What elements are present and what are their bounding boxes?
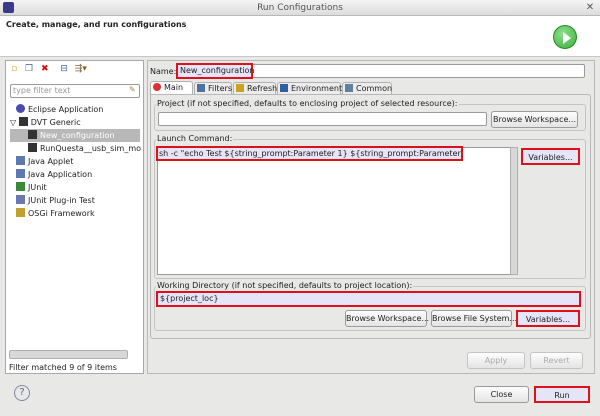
- run-button[interactable]: Run: [534, 386, 590, 403]
- tree-item[interactable]: Java Applet: [16, 155, 73, 168]
- tree-item-label: Eclipse Application: [28, 105, 104, 114]
- delete-icon[interactable]: ✖: [41, 64, 49, 74]
- close-button[interactable]: Close: [474, 386, 529, 403]
- eclipse-icon: [16, 104, 25, 113]
- launch-command-value[interactable]: sh -c "echo Test ${string_prompt:Paramet…: [156, 146, 463, 161]
- window-title: Run Configurations: [257, 3, 343, 13]
- project-label: Project (if not specified, defaults to e…: [156, 99, 459, 108]
- tree-item[interactable]: JUnit Plug-in Test: [16, 194, 95, 207]
- junit-plugin-icon: [16, 195, 25, 204]
- horizontal-scrollbar[interactable]: [9, 350, 128, 359]
- filter-icon[interactable]: ⇶▾: [75, 64, 87, 74]
- help-icon[interactable]: ?: [14, 385, 30, 401]
- filter-input[interactable]: type filter text: [10, 84, 140, 98]
- variables-button[interactable]: Variables...: [521, 148, 580, 165]
- title-bar: Run Configurations ✕: [0, 0, 600, 16]
- tree-item-label: New_configuration: [40, 131, 115, 140]
- terminal-icon: [28, 143, 37, 152]
- tab-label: Common: [356, 84, 393, 93]
- eclipse-icon: [3, 2, 14, 13]
- name-label: Name:: [150, 67, 177, 76]
- dialog-header: Create, manage, and run configurations: [0, 16, 600, 57]
- common-icon: [345, 84, 353, 92]
- vertical-scrollbar[interactable]: [510, 147, 518, 275]
- tree-item[interactable]: Java Application: [16, 168, 92, 181]
- new-config-icon[interactable]: ▫: [11, 64, 17, 74]
- java-app-icon: [16, 169, 25, 178]
- filter-status: Filter matched 9 of 9 items: [9, 363, 117, 372]
- browse-file-system-button[interactable]: Browse File System...: [431, 310, 517, 327]
- working-directory-label: Working Directory (if not specified, def…: [156, 281, 414, 290]
- osgi-icon: [16, 208, 25, 217]
- tree-item[interactable]: Eclipse Application: [16, 103, 103, 116]
- tree-item-label: RunQuesta__usb_sim_mo: [40, 144, 142, 153]
- tree-item-label: JUnit Plug-in Test: [28, 196, 95, 205]
- browse-workspace-button-2[interactable]: Browse Workspace...: [345, 310, 429, 327]
- revert-button[interactable]: Revert: [530, 352, 583, 369]
- tree-toolbar: ▫ ❐ ✖ ⊟ ⇶▾: [11, 64, 87, 78]
- tree-item-label: Java Applet: [28, 157, 74, 166]
- duplicate-icon[interactable]: ❐: [25, 64, 33, 74]
- tree-item-label: Java Application: [28, 170, 93, 179]
- browse-workspace-button[interactable]: Browse Workspace...: [491, 111, 578, 128]
- tree-item[interactable]: OSGi Framework: [16, 207, 95, 220]
- tree-item-label: JUnit: [28, 183, 47, 192]
- config-tree-panel: ▫ ❐ ✖ ⊟ ⇶▾ type filter text ✎ Eclipse Ap…: [5, 60, 144, 374]
- close-icon[interactable]: ✕: [584, 2, 596, 14]
- java-applet-icon: [16, 156, 25, 165]
- filters-icon: [197, 84, 205, 92]
- tab-label: Refresh: [247, 84, 278, 93]
- tab-label: Main: [164, 83, 184, 92]
- tree-item[interactable]: New_configuration: [10, 129, 140, 142]
- refresh-icon: [236, 84, 244, 92]
- variables-button-2[interactable]: Variables...: [516, 310, 580, 327]
- working-directory-input[interactable]: ${project_loc}: [156, 291, 581, 307]
- tree-item[interactable]: RunQuesta__usb_sim_mo: [28, 142, 141, 155]
- main-icon: [153, 83, 161, 91]
- expand-arrow-icon[interactable]: ▽: [10, 118, 19, 127]
- tab-main[interactable]: Main: [150, 81, 193, 95]
- terminal-icon: [28, 130, 37, 139]
- dialog-subtitle: Create, manage, and run configurations: [6, 20, 187, 29]
- launch-command-textarea[interactable]: [157, 147, 511, 275]
- tree-item-label: DVT Generic: [30, 118, 81, 127]
- name-value-highlight[interactable]: New_configuration: [176, 63, 255, 79]
- collapse-all-icon[interactable]: ⊟: [60, 64, 68, 74]
- project-input[interactable]: [158, 112, 487, 126]
- apply-button[interactable]: Apply: [467, 352, 525, 369]
- launch-command-label: Launch Command:: [156, 134, 234, 143]
- tab-label: Filters: [208, 84, 232, 93]
- tab-label: Environment: [291, 84, 343, 93]
- junit-icon: [16, 182, 25, 191]
- tree-item[interactable]: ▽ DVT Generic: [10, 116, 81, 129]
- tree-item[interactable]: JUnit: [16, 181, 47, 194]
- terminal-icon: [18, 117, 28, 126]
- tree-item-label: OSGi Framework: [28, 209, 95, 218]
- green-run-icon: [553, 25, 577, 49]
- environment-icon: [280, 84, 288, 92]
- clear-filter-icon[interactable]: ✎: [129, 85, 136, 94]
